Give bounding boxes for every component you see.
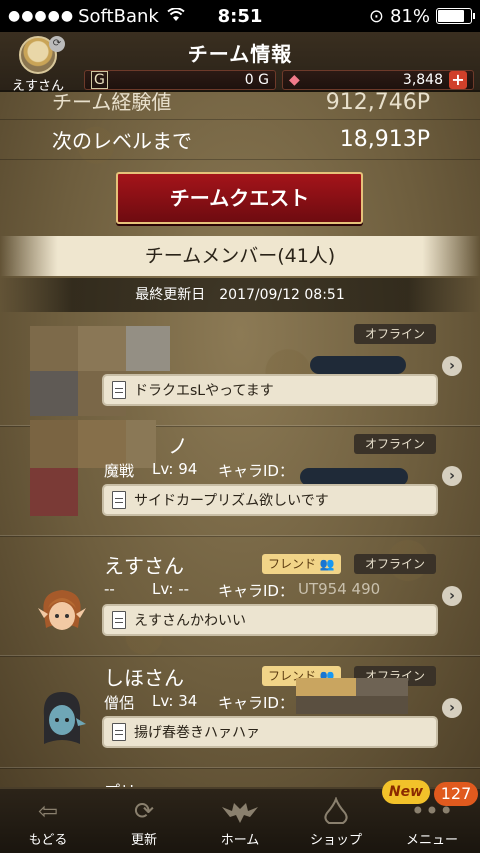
member-comment: えすさんかわいい <box>102 604 438 636</box>
member-row[interactable]: ノ オフライン 魔戦 Lv: 94 キャラID： サイドカープリズム欲しいです … <box>0 420 480 537</box>
redacted-id <box>310 356 406 374</box>
gem-value: 3,848 <box>402 72 443 88</box>
team-stats: チーム経験値 912,746P 次のレベルまで 18,913P <box>0 90 480 160</box>
member-comment: ドラクエsLやってます <box>102 374 438 406</box>
chara-id-label: キャラID： <box>218 462 294 480</box>
level-label: Lv: 94 <box>152 460 198 478</box>
character-avatar <box>34 584 90 640</box>
home-monster-icon <box>192 797 288 825</box>
nav-shop-label: ショップ <box>309 833 362 848</box>
refresh-icon: ⟳ <box>133 797 155 825</box>
next-level-value: 18,913P <box>339 127 430 152</box>
member-row[interactable]: しほさん フレンド 👥 オフライン 僧侶 Lv: 34 キャラID： 揚げ春巻き… <box>0 658 480 769</box>
chevron-right-icon[interactable]: › <box>442 356 462 376</box>
gold-value: 0 G <box>244 72 269 88</box>
nav-home[interactable]: ホーム <box>192 789 288 853</box>
status-bar: ●●●●● SoftBank 8:51 ⊙ 81% <box>0 0 480 32</box>
member-comment: 揚げ春巻きハァハァ <box>102 716 438 748</box>
nav-home-label: ホーム <box>220 833 260 848</box>
next-level-label: 次のレベルまで <box>52 129 192 153</box>
comment-text: 揚げ春巻きハァハァ <box>134 725 260 741</box>
nav-refresh[interactable]: ⟳ 更新 <box>96 789 192 853</box>
last-updated: 最終更新日 2017/09/12 08:51 <box>0 278 480 312</box>
next-level-row: 次のレベルまで 18,913P <box>0 120 480 160</box>
gem-icon: ◆ <box>289 72 300 88</box>
nav-back-label: もどる <box>28 833 68 848</box>
chara-id-value: UT954 490 <box>297 580 381 598</box>
level-label: Lv: 34 <box>152 692 198 710</box>
member-info: -- Lv: -- キャラID： UT954 490 <box>104 580 380 601</box>
nav-back[interactable]: ⇦ もどる <box>0 789 96 853</box>
wifi-icon <box>167 6 185 26</box>
document-icon <box>112 723 126 741</box>
chevron-right-icon[interactable]: › <box>442 698 462 718</box>
team-quest-button[interactable]: チームクエスト <box>116 172 363 224</box>
comment-text: サイドカープリズム欲しいです <box>134 493 329 509</box>
new-badge: New <box>382 780 430 804</box>
member-comment: サイドカープリズム欲しいです <box>102 484 438 516</box>
job-label: 魔戦 <box>104 462 135 480</box>
status-badge: オフライン <box>354 434 436 454</box>
battery-percent: 81% <box>389 5 430 27</box>
app-header: ⟳ えすさん チーム情報 G 0 G ◆ 3,848 + <box>0 32 480 94</box>
member-name: しほさん <box>104 666 184 690</box>
member-info: 魔戦 Lv: 94 キャラID： <box>104 460 294 481</box>
member-row[interactable]: えすさん フレンド 👥 オフライン -- Lv: -- キャラID： UT954… <box>0 546 480 657</box>
add-gems-button[interactable]: + <box>449 71 467 89</box>
status-badge: オフライン <box>354 554 436 574</box>
status-badge: オフライン <box>354 324 436 344</box>
chevron-right-icon[interactable]: › <box>442 586 462 606</box>
nav-refresh-label: 更新 <box>130 833 157 848</box>
team-exp-label: チーム経験値 <box>52 90 172 114</box>
member-name: ノ <box>168 434 188 458</box>
team-exp-value: 912,746P <box>325 90 430 115</box>
comment-text: えすさんかわいい <box>134 613 246 629</box>
chara-id-label: キャラID： <box>218 582 294 600</box>
job-label: -- <box>104 580 115 598</box>
rotation-lock-icon: ⊙ <box>368 5 384 27</box>
member-info: 僧侶 Lv: 34 キャラID： <box>104 692 294 713</box>
carrier-label: SoftBank <box>78 5 159 27</box>
page-title: チーム情報 <box>187 42 293 66</box>
team-exp-row: チーム経験値 912,746P <box>0 90 480 120</box>
member-name: えすさん <box>104 554 184 578</box>
gem-display: ◆ 3,848 + <box>282 70 474 90</box>
friend-badge: フレンド 👥 <box>262 554 341 574</box>
slime-shop-icon <box>288 795 384 825</box>
members-header: チームメンバー(41人) <box>0 236 480 276</box>
document-icon <box>112 611 126 629</box>
level-label: Lv: -- <box>152 580 190 598</box>
menu-count-badge: 127 <box>434 782 478 806</box>
chara-id-label: キャラID： <box>218 694 294 712</box>
member-row[interactable]: オフライン ドラクエsLやってます › <box>0 316 480 427</box>
nav-shop[interactable]: ショップ <box>288 789 384 853</box>
battery-icon <box>436 8 475 24</box>
character-avatar <box>34 688 90 744</box>
job-label: 僧侶 <box>104 694 135 712</box>
comment-text: ドラクエsLやってます <box>134 383 274 399</box>
chevron-right-icon[interactable]: › <box>442 466 462 486</box>
back-arrow-icon: ⇦ <box>37 797 59 825</box>
redacted-id <box>296 678 408 714</box>
nav-menu-label: メニュー <box>405 833 458 848</box>
document-icon <box>112 381 126 399</box>
signal-icon: ●●●●● <box>8 8 75 24</box>
document-icon <box>112 491 126 509</box>
